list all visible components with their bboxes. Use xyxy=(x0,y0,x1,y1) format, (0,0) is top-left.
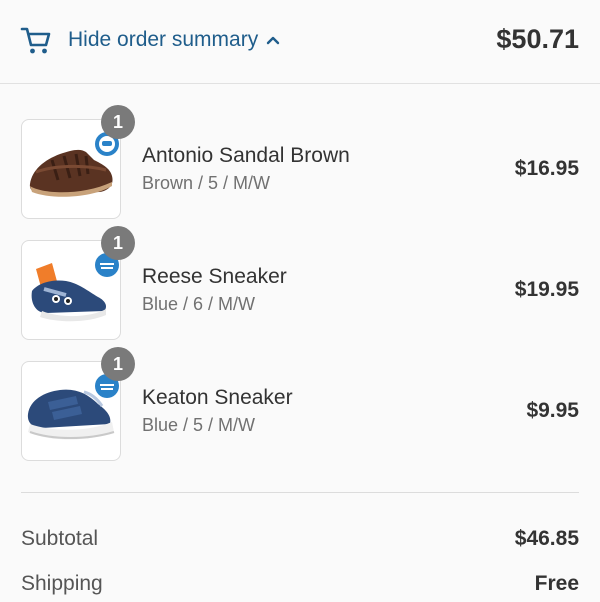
product-variant: Blue / 6 / M/W xyxy=(142,294,256,314)
quantity-badge: 1 xyxy=(101,226,135,260)
summary-divider xyxy=(21,492,579,493)
product-variant: Blue / 5 / M/W xyxy=(142,415,256,435)
order-total: $50.71 xyxy=(496,24,579,54)
line-item: 1 Reese Sneaker Blue / 6 / M/W $19.95 xyxy=(0,226,600,340)
product-name: Keaton Sneaker xyxy=(142,386,293,409)
blue-sneaker-orange-tongue-image xyxy=(31,253,119,322)
quantity-badge: 1 xyxy=(101,347,135,381)
order-summary-header: Hide order summary $50.71 xyxy=(0,0,600,84)
product-name: Reese Sneaker xyxy=(142,265,287,288)
line-item: 1 Keaton Sneaker Blue / 5 / M/W $9.95 xyxy=(0,347,600,461)
product-price: $16.95 xyxy=(514,157,579,180)
subtotal-label: Subtotal xyxy=(21,527,99,550)
product-name: Antonio Sandal Brown xyxy=(142,144,350,167)
blue-velcro-sneaker-image xyxy=(27,374,119,440)
subtotal-value: $46.85 xyxy=(514,527,579,550)
cart-icon xyxy=(20,27,51,54)
brown-sandal-image xyxy=(29,132,119,197)
hide-order-summary-label[interactable]: Hide order summary xyxy=(68,22,258,58)
shipping-label: Shipping xyxy=(21,572,103,595)
shipping-row: Shipping Free xyxy=(21,572,579,602)
quantity-badge: 1 xyxy=(101,105,135,139)
product-price: $19.95 xyxy=(514,278,579,301)
shipping-value: Free xyxy=(534,572,579,595)
chevron-up-icon xyxy=(267,36,280,45)
line-item: 1 Antonio Sandal Brown Brown / 5 / M/W $… xyxy=(0,105,600,219)
product-price: $9.95 xyxy=(526,399,579,422)
hide-order-summary-toggle[interactable]: Hide order summary xyxy=(20,22,280,58)
subtotal-row: Subtotal $46.85 xyxy=(21,527,579,557)
product-variant: Brown / 5 / M/W xyxy=(142,173,271,193)
